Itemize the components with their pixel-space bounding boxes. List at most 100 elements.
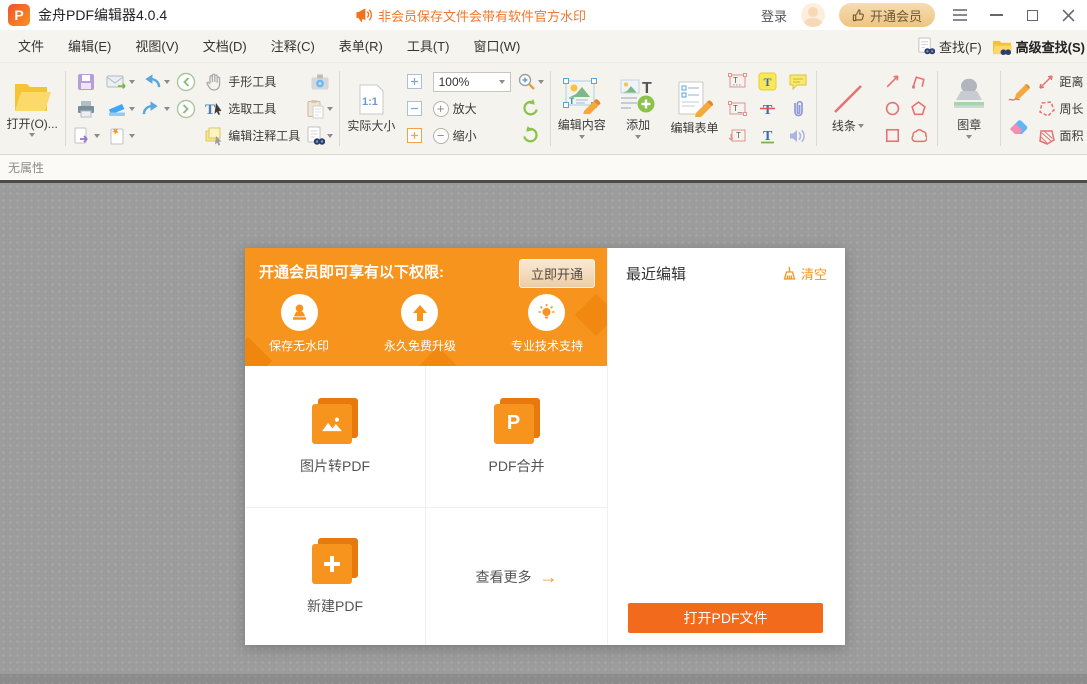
select-tool-button[interactable]: T 选取工具 (204, 95, 300, 122)
sound-button[interactable] (786, 122, 810, 149)
text-field-arrow-button[interactable]: T (726, 122, 750, 149)
menu-edit[interactable]: 编辑(E) (56, 30, 123, 63)
zoom-in-label: 放大 (453, 100, 477, 117)
edit-form-button[interactable]: 编辑表单 (666, 66, 722, 151)
pentagon-shape-button[interactable] (910, 100, 927, 117)
text-select-icon: T (204, 100, 224, 118)
text-field-grid-button[interactable]: T (726, 68, 750, 95)
vip-button[interactable]: 开通会员 (839, 3, 935, 27)
area-tool-button[interactable]: 面积 (1037, 122, 1082, 149)
paste-button[interactable] (306, 95, 333, 122)
distance-tool-button[interactable]: 距离 (1037, 68, 1082, 95)
previous-view-button[interactable] (174, 68, 198, 95)
attachment-button[interactable] (786, 95, 810, 122)
area-icon (1037, 127, 1055, 145)
svg-text:1:1: 1:1 (362, 96, 378, 108)
zoom-out-button[interactable]: − 缩小 (433, 122, 511, 149)
redo-button[interactable] (141, 95, 170, 122)
menu-file[interactable]: 文件 (6, 30, 56, 63)
line-tool-button[interactable]: 线条 (820, 66, 876, 151)
distance-icon (1037, 73, 1055, 91)
circle-shape-button[interactable] (884, 100, 901, 117)
close-button[interactable] (1057, 4, 1079, 26)
line-label: 线条 (832, 117, 856, 134)
new-pdf-label: 新建PDF (307, 596, 363, 616)
svg-text:T: T (736, 131, 741, 140)
new-pdf-button[interactable]: 新建PDF (245, 508, 426, 645)
plus-circle-icon: + (433, 101, 449, 117)
undo-button[interactable] (141, 68, 170, 95)
rotate-right-button[interactable] (517, 122, 544, 149)
file-ops-column (69, 66, 103, 151)
edit-annotation-tool-label: 编辑注释工具 (228, 127, 300, 144)
menu-view[interactable]: 视图(V) (123, 30, 190, 63)
menu-tools[interactable]: 工具(T) (395, 30, 462, 63)
menu-hamburger-icon[interactable] (949, 4, 971, 26)
toolbar-divider (65, 71, 66, 146)
menu-document[interactable]: 文档(D) (191, 30, 259, 63)
menu-window[interactable]: 窗口(W) (461, 30, 532, 63)
edit-content-button[interactable]: T 编辑内容 (554, 66, 610, 151)
loupe-zoom-button[interactable] (517, 68, 544, 95)
find-button[interactable]: 查找(F) (917, 37, 982, 56)
polyline-shape-button[interactable] (910, 73, 927, 90)
maximize-button[interactable] (1021, 4, 1043, 26)
eraser-tool-button[interactable] (1007, 109, 1031, 143)
menu-form[interactable]: 表单(R) (327, 30, 395, 63)
perimeter-tool-button[interactable]: 周长 (1037, 95, 1082, 122)
avatar[interactable] (801, 3, 825, 27)
note-button[interactable] (786, 68, 810, 95)
minimize-button[interactable] (985, 4, 1007, 26)
scan-button[interactable] (106, 95, 135, 122)
distance-label: 距离 (1059, 73, 1083, 90)
add-button[interactable]: T 添加 (610, 66, 666, 151)
menu-bar: 文件 编辑(E) 视图(V) 文档(D) 注释(C) 表单(R) 工具(T) 窗… (0, 30, 1087, 63)
clear-recent-label: 清空 (801, 264, 827, 283)
new-document-button[interactable] (106, 122, 135, 149)
export-button[interactable] (72, 122, 100, 149)
activate-now-button[interactable]: 立即开通 (519, 259, 595, 288)
zoom-in-button[interactable]: + 放大 (433, 95, 511, 122)
print-button[interactable] (72, 95, 100, 122)
hand-tool-label: 手形工具 (228, 73, 276, 90)
arrow-shape-button[interactable] (884, 73, 901, 90)
open-file-button[interactable]: 打开(O)... (2, 66, 62, 151)
vip-banner: 开通会员即可享有以下权限: 立即开通 保存无水印 永久免费升级 (245, 248, 607, 366)
open-pdf-file-button[interactable]: 打开PDF文件 (628, 603, 823, 633)
menu-comment[interactable]: 注释(C) (259, 30, 327, 63)
strikethrough-text-button[interactable]: T (756, 95, 780, 122)
cloud-shape-button[interactable] (910, 127, 927, 144)
pencil-tool-button[interactable] (1007, 75, 1031, 109)
fit-visible-button[interactable] (403, 122, 427, 149)
underline-text-button[interactable]: T (756, 122, 780, 149)
zoom-level-select[interactable]: 100% (433, 72, 511, 92)
email-button[interactable] (106, 68, 135, 95)
login-link[interactable]: 登录 (761, 6, 787, 25)
view-more-label: 查看更多 (476, 567, 532, 587)
toolbar-divider (1000, 71, 1001, 146)
zoom-level-caret-icon (499, 80, 505, 84)
export-caret-icon (94, 134, 100, 138)
clear-recent-button[interactable]: 清空 (782, 264, 827, 283)
text-field-single-button[interactable]: T_ (726, 95, 750, 122)
rotate-left-button[interactable] (517, 95, 544, 122)
fit-width-button[interactable] (403, 95, 427, 122)
snapshot-button[interactable] (306, 68, 333, 95)
next-view-button[interactable] (174, 95, 198, 122)
stamp-button[interactable]: 图章 (941, 66, 997, 151)
pdf-merge-button[interactable]: P PDF合并 (426, 366, 607, 508)
paste-caret-icon (327, 107, 333, 111)
square-shape-button[interactable] (884, 127, 901, 144)
hand-tool-button[interactable]: 手形工具 (204, 68, 300, 95)
save-button[interactable] (72, 68, 100, 95)
advanced-find-button[interactable]: 高级查找(S) (992, 37, 1085, 56)
fit-column (400, 66, 430, 151)
edit-annotation-tool-button[interactable]: 编辑注释工具 (204, 122, 300, 149)
image-to-pdf-button[interactable]: 图片转PDF (245, 366, 426, 508)
edit-content-label: 编辑内容 (558, 116, 606, 133)
fit-page-button[interactable] (403, 68, 427, 95)
highlight-text-button[interactable]: T (756, 68, 780, 95)
view-more-button[interactable]: 查看更多 → (426, 508, 607, 645)
search-document-button[interactable] (306, 122, 333, 149)
actual-size-button[interactable]: 1:1 实际大小 (343, 66, 399, 151)
